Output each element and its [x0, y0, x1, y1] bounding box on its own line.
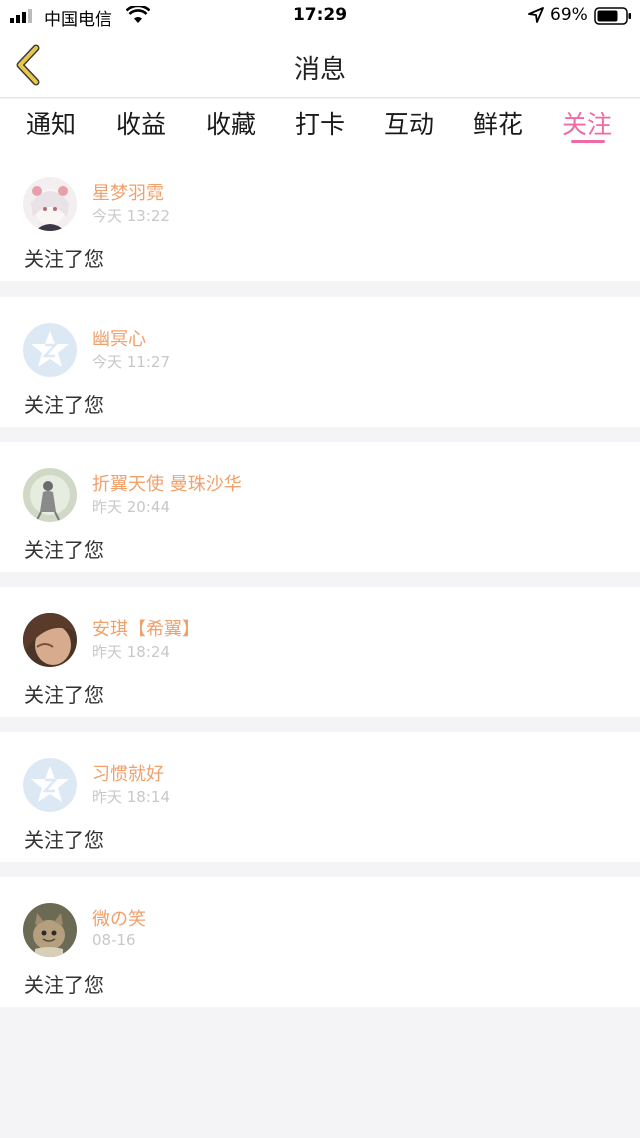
user-name[interactable]: 幽冥心	[92, 325, 146, 351]
avatar[interactable]	[23, 323, 77, 377]
location-arrow-icon	[528, 7, 544, 23]
list-item[interactable]: 星梦羽霓 今天 13:22 关注了您	[0, 151, 640, 281]
timestamp: 昨天 18:14	[92, 788, 170, 806]
tab-checkin[interactable]: 打卡	[285, 105, 355, 141]
kitten-avatar-icon	[23, 903, 77, 957]
avatar[interactable]	[23, 177, 77, 231]
timestamp: 08-16	[92, 931, 136, 949]
active-tab-indicator	[571, 140, 605, 143]
timestamp: 昨天 18:24	[92, 643, 170, 661]
message-text: 关注了您	[24, 247, 104, 271]
clock: 17:29	[292, 5, 348, 25]
list-item[interactable]: 微の笑 08-16 关注了您	[0, 877, 640, 1007]
status-bar: 中国电信 17:29 69%	[0, 0, 640, 32]
message-text: 关注了您	[24, 538, 104, 562]
tab-notifications[interactable]: 通知	[16, 105, 86, 141]
message-text: 关注了您	[24, 828, 104, 852]
user-name[interactable]: 折翼天使 曼珠沙华	[92, 470, 242, 496]
tab-earnings[interactable]: 收益	[106, 105, 176, 141]
figure-avatar-icon	[23, 468, 77, 522]
photo-avatar-icon	[23, 613, 77, 667]
page-title: 消息	[293, 55, 346, 85]
tab-following[interactable]: 关注	[552, 105, 622, 141]
user-name[interactable]: 习惯就好	[92, 760, 164, 786]
battery-icon	[594, 7, 631, 25]
user-name[interactable]: 安琪【希翼】	[92, 615, 200, 641]
message-text: 关注了您	[24, 393, 104, 417]
tab-interactions[interactable]: 互动	[374, 105, 444, 141]
nav-bar: 消息	[0, 32, 640, 98]
avatar[interactable]	[23, 468, 77, 522]
default-q-avatar-icon	[23, 323, 77, 377]
list-item[interactable]: 幽冥心 今天 11:27 关注了您	[0, 297, 640, 427]
message-text: 关注了您	[24, 683, 104, 707]
timestamp: 今天 13:22	[92, 207, 170, 225]
tab-bar: 通知 收益 收藏 打卡 互动 鲜花 关注	[0, 99, 640, 151]
list-item[interactable]: 安琪【希翼】 昨天 18:24 关注了您	[0, 587, 640, 717]
user-name[interactable]: 微の笑	[92, 905, 146, 931]
tab-favorites[interactable]: 收藏	[196, 105, 266, 141]
user-name[interactable]: 星梦羽霓	[92, 179, 164, 205]
timestamp: 昨天 20:44	[92, 498, 170, 516]
avatar[interactable]	[23, 758, 77, 812]
timestamp: 今天 11:27	[92, 353, 170, 371]
list-item[interactable]: 折翼天使 曼珠沙华 昨天 20:44 关注了您	[0, 442, 640, 572]
message-text: 关注了您	[24, 973, 104, 997]
anime-girl-avatar-icon	[23, 177, 77, 231]
tab-flowers[interactable]: 鲜花	[463, 105, 533, 141]
avatar[interactable]	[23, 613, 77, 667]
list-item[interactable]: 习惯就好 昨天 18:14 关注了您	[0, 732, 640, 862]
battery-percent: 69%	[550, 5, 588, 25]
default-q-avatar-icon	[23, 758, 77, 812]
avatar[interactable]	[23, 903, 77, 957]
